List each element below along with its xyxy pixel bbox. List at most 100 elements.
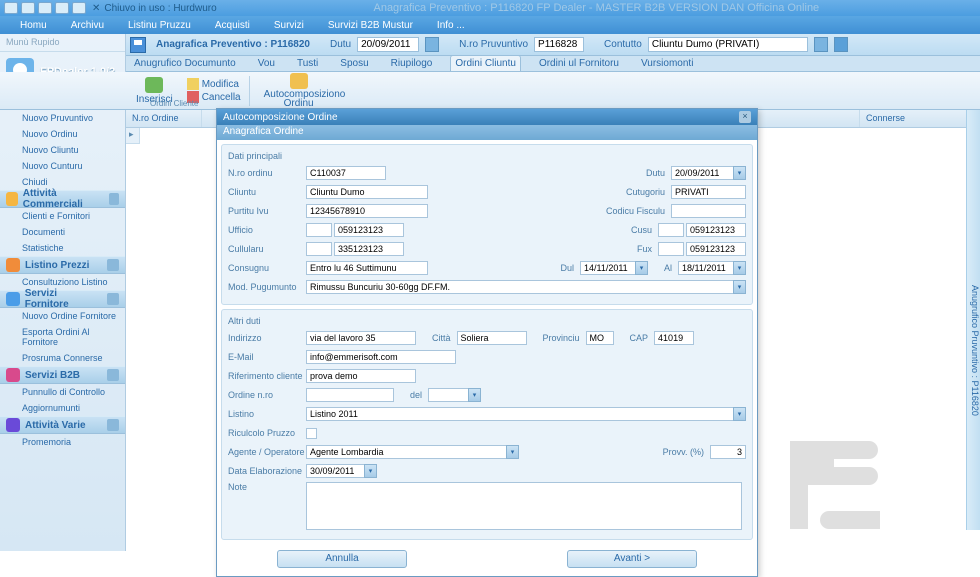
menu-item[interactable]: Archivu xyxy=(71,20,104,31)
sidebar-item[interactable]: Promemoria xyxy=(0,434,125,450)
sidebar-item[interactable]: Documenti xyxy=(0,224,125,240)
notes-field[interactable] xyxy=(306,482,742,530)
tab-close-label[interactable]: ✕ Chiuvo in uso : Hurdwuro xyxy=(92,3,217,14)
qat-button[interactable] xyxy=(55,2,69,14)
date-picker-icon[interactable] xyxy=(425,37,439,52)
expand-icon[interactable] xyxy=(107,259,119,271)
close-icon[interactable]: × xyxy=(739,111,751,123)
chevron-down-icon[interactable]: ▾ xyxy=(468,388,481,402)
fax-field[interactable] xyxy=(686,242,746,256)
city-field[interactable] xyxy=(457,331,527,345)
fiscal-field[interactable] xyxy=(671,204,746,218)
expand-icon[interactable] xyxy=(107,293,119,305)
expand-icon[interactable] xyxy=(107,369,119,381)
sidebar-item[interactable]: Prosruma Connerse xyxy=(0,350,125,366)
zip-field[interactable] xyxy=(654,331,694,345)
menu-item[interactable]: Homu xyxy=(20,20,47,31)
chevron-down-icon[interactable]: ▾ xyxy=(506,445,519,459)
tab[interactable]: Ordini ul Fornitoru xyxy=(535,56,623,71)
menu-item[interactable]: Survizi B2B Mustur xyxy=(328,20,413,31)
qat-button[interactable] xyxy=(72,2,86,14)
recalc-checkbox[interactable] xyxy=(306,428,317,439)
tab[interactable]: Tusti xyxy=(293,56,322,71)
home-prefix-field[interactable] xyxy=(658,223,684,237)
sidebar-item[interactable]: Statistiche xyxy=(0,240,125,256)
contact-picker-icon[interactable] xyxy=(814,37,828,52)
menu-item[interactable]: Listinu Pruzzu xyxy=(128,20,191,31)
date-field[interactable] xyxy=(357,37,419,52)
side-tab[interactable]: Anugrufico Pruvuntivo : P116820 xyxy=(966,110,980,530)
category-field[interactable] xyxy=(671,185,746,199)
sidebar-item[interactable]: Nuovo Ordinu xyxy=(0,126,125,142)
ordno-field[interactable] xyxy=(306,388,394,402)
sidebar-item[interactable]: Nuovo Cliuntu xyxy=(0,142,125,158)
from-date-field[interactable] xyxy=(580,261,635,275)
sidebar-section[interactable]: Attività Varie xyxy=(0,416,125,434)
elabdate-field[interactable] xyxy=(306,464,364,478)
order-date-field[interactable] xyxy=(671,166,733,180)
tab[interactable]: Anugrufico Documunto xyxy=(130,56,240,71)
commission-field[interactable] xyxy=(710,445,746,459)
agent-field[interactable] xyxy=(306,445,506,459)
orddate-field[interactable] xyxy=(428,388,468,402)
sidebar-item[interactable]: Punnullo di Controllo xyxy=(0,384,125,400)
qat-button[interactable] xyxy=(4,2,18,14)
sidebar-section[interactable]: Servizi Fornitore xyxy=(0,290,125,308)
modify-button[interactable]: Modifica xyxy=(187,78,241,90)
save-icon[interactable] xyxy=(130,37,146,53)
chevron-down-icon[interactable]: ▾ xyxy=(733,280,746,294)
chevron-down-icon[interactable]: ▾ xyxy=(635,261,648,275)
sidebar-item[interactable]: Esporta Ordini Al Fornitore xyxy=(0,324,125,350)
mobile-prefix-field[interactable] xyxy=(306,242,332,256)
chevron-down-icon[interactable]: ▾ xyxy=(364,464,377,478)
qat-button[interactable] xyxy=(38,2,52,14)
mobile-field[interactable] xyxy=(334,242,404,256)
vat-field[interactable] xyxy=(306,204,428,218)
office-prefix-field[interactable] xyxy=(306,223,332,237)
chevron-down-icon[interactable]: ▾ xyxy=(733,407,746,421)
order-no-field[interactable] xyxy=(306,166,386,180)
sidebar-item[interactable]: Clienti e Fornitori xyxy=(0,208,125,224)
menu-item[interactable]: Survizi xyxy=(274,20,304,31)
expand-icon[interactable] xyxy=(109,193,119,205)
home-field[interactable] xyxy=(686,223,746,237)
office-field[interactable] xyxy=(334,223,404,237)
sidebar-item[interactable]: Nuovo Cunturu xyxy=(0,158,125,174)
autocompose-button[interactable]: Autocomposiziono Ordinu xyxy=(258,71,340,110)
sidebar-section[interactable]: Listino Prezzi xyxy=(0,256,125,274)
chevron-down-icon[interactable]: ▾ xyxy=(733,261,746,275)
delivery-field[interactable] xyxy=(306,261,428,275)
province-field[interactable] xyxy=(586,331,614,345)
to-date-field[interactable] xyxy=(678,261,733,275)
nprev-field[interactable] xyxy=(534,37,584,52)
menu-item[interactable]: Acquisti xyxy=(215,20,250,31)
grid-column-header[interactable]: Connerse xyxy=(860,110,980,127)
tab[interactable]: Vou xyxy=(254,56,279,71)
sidebar-item[interactable]: Nuovo Pruvuntivo xyxy=(0,110,125,126)
menu-item[interactable]: Info ... xyxy=(437,20,465,31)
sidebar-section[interactable]: Servizi B2B xyxy=(0,366,125,384)
cancel-button[interactable]: Annulla xyxy=(277,550,407,568)
tab[interactable]: Ordini Cliuntu xyxy=(450,55,521,71)
payment-field[interactable] xyxy=(306,280,733,294)
chevron-down-icon[interactable]: ▾ xyxy=(733,166,746,180)
dialog-titlebar[interactable]: Autocomposizione Ordine × xyxy=(217,109,757,125)
client-field[interactable] xyxy=(306,185,428,199)
contact-lookup-icon[interactable] xyxy=(834,37,848,52)
tab[interactable]: Riupilogo xyxy=(387,56,437,71)
list-field[interactable] xyxy=(306,407,733,421)
fax-prefix-field[interactable] xyxy=(658,242,684,256)
address-field[interactable] xyxy=(306,331,416,345)
tab[interactable]: Sposu xyxy=(336,56,372,71)
email-field[interactable] xyxy=(306,350,456,364)
sidebar-section[interactable]: Attività Commerciali xyxy=(0,190,125,208)
tab[interactable]: Vursiomonti xyxy=(637,56,697,71)
expand-icon[interactable] xyxy=(107,419,119,431)
sidebar-item[interactable]: Aggiornumunti xyxy=(0,400,125,416)
grid-row-selector[interactable] xyxy=(126,128,140,144)
grid-column-header[interactable]: N.ro Ordine xyxy=(126,110,202,127)
next-button[interactable]: Avanti > xyxy=(567,550,697,568)
sidebar-item[interactable]: Nuovo Ordine Fornitore xyxy=(0,308,125,324)
contact-field[interactable] xyxy=(648,37,808,52)
qat-button[interactable] xyxy=(21,2,35,14)
